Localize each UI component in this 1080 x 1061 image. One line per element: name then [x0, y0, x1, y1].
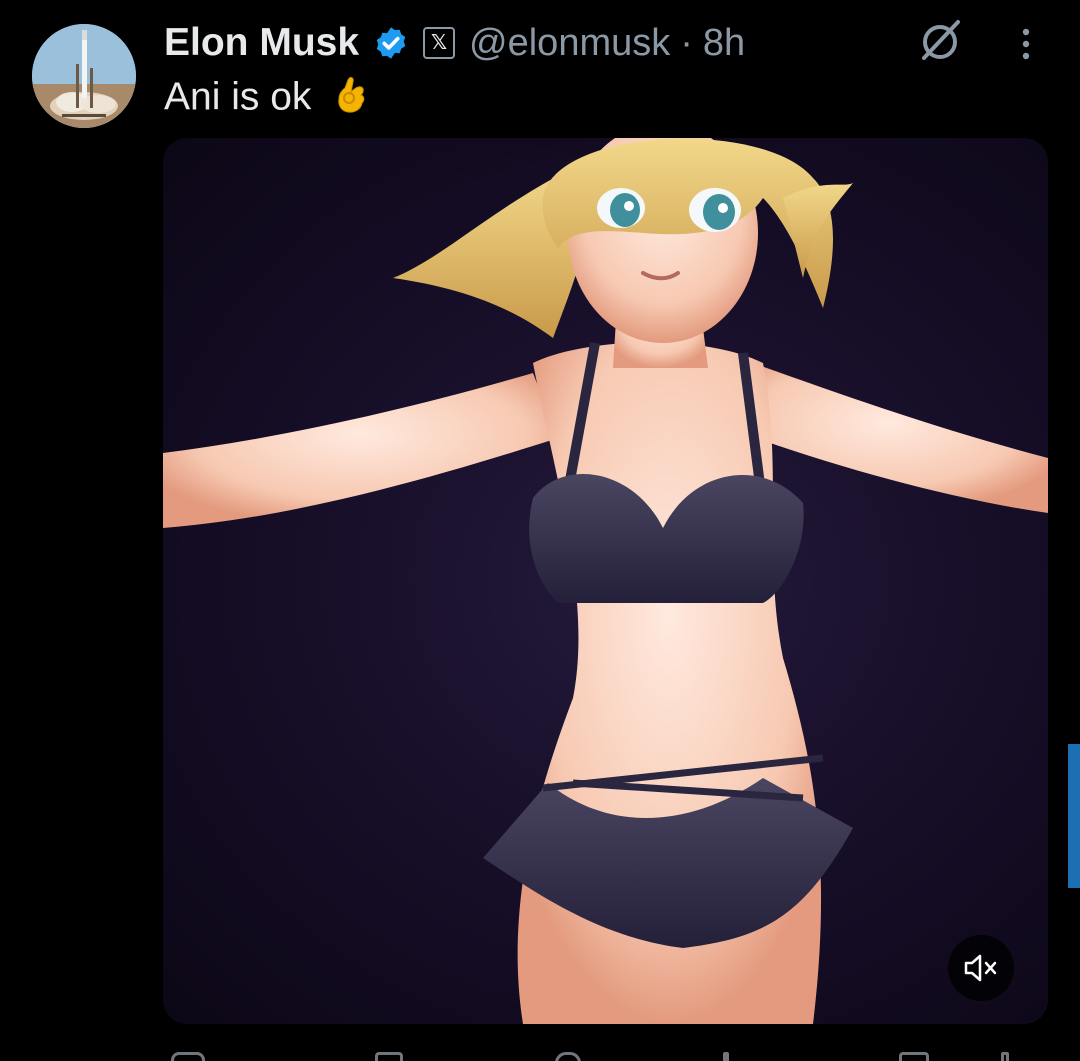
like-icon[interactable]: [555, 1052, 581, 1061]
bookmark-icon[interactable]: [899, 1052, 929, 1061]
author-avatar[interactable]: [32, 24, 136, 128]
post-text: Ani is ok: [164, 74, 370, 124]
volume-muted-icon: [964, 954, 997, 982]
grok-icon[interactable]: [916, 16, 964, 64]
header-separator: ·: [680, 21, 693, 64]
ok-hand-emoji-icon: [334, 74, 370, 124]
x-logo-icon[interactable]: 𝕏: [423, 27, 456, 59]
share-icon[interactable]: [1001, 1052, 1009, 1061]
post-text-content: Ani is ok: [164, 75, 312, 119]
mute-toggle-button[interactable]: [948, 935, 1014, 1001]
repost-icon[interactable]: [375, 1052, 403, 1061]
post-video[interactable]: [163, 138, 1048, 1024]
author-handle[interactable]: @elonmusk: [469, 22, 670, 65]
reply-icon[interactable]: [171, 1052, 205, 1061]
more-vertical-icon[interactable]: [1012, 24, 1040, 64]
views-icon[interactable]: [723, 1052, 729, 1061]
post-action-bar: [163, 1048, 1048, 1061]
author-display-name[interactable]: Elon Musk: [164, 21, 359, 65]
verified-badge-icon[interactable]: [373, 25, 409, 61]
scroll-indicator[interactable]: [1068, 744, 1080, 888]
rocket-launch-image: [32, 24, 136, 128]
post-timestamp[interactable]: 8h: [703, 22, 745, 65]
anime-character-illustration: [163, 138, 1048, 1024]
post-header: Elon Musk 𝕏 @elonmusk · 8h: [164, 18, 745, 68]
